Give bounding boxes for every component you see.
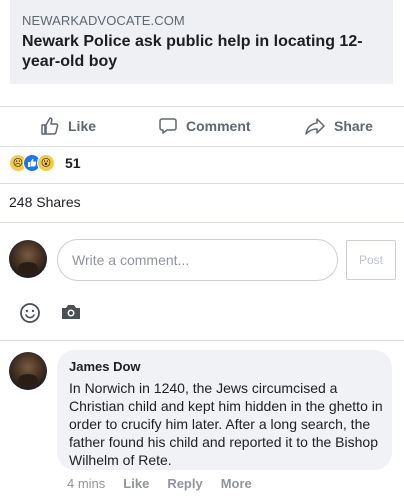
link-preview-card[interactable]: NEWARKADVOCATE.COM Newark Police ask pub… — [10, 0, 393, 84]
comment-more-link[interactable]: More — [221, 476, 252, 491]
comment-bubble[interactable]: James Dow In Norwich in 1240, the Jews c… — [57, 350, 392, 470]
divider-composer — [0, 340, 404, 341]
speech-bubble-icon — [158, 116, 178, 136]
emoji-icon[interactable] — [19, 302, 41, 329]
camera-icon[interactable] — [60, 303, 82, 326]
comment-input-placeholder: Write a comment... — [72, 252, 190, 268]
share-button[interactable]: Share — [304, 107, 373, 145]
like-label: Like — [68, 118, 97, 134]
comment-author[interactable]: James Dow — [69, 359, 380, 374]
avatar[interactable] — [9, 240, 47, 278]
comment-meta: 4 mins Like Reply More — [67, 476, 252, 491]
comment-like-link[interactable]: Like — [123, 476, 149, 491]
wow-icon: 😮 — [37, 154, 55, 172]
shares-count[interactable]: 248 Shares — [9, 194, 81, 210]
comment-time: 4 mins — [67, 476, 106, 491]
post-actions-bar: Like Comment Share — [0, 107, 404, 145]
link-domain: NEWARKADVOCATE.COM — [22, 13, 185, 28]
comment-label: Comment — [186, 118, 251, 134]
comment-text: In Norwich in 1240, the Jews circumcised… — [69, 380, 383, 468]
comment-button[interactable]: Comment — [158, 107, 251, 145]
comment-avatar[interactable] — [9, 352, 47, 390]
post-button[interactable]: Post — [346, 240, 396, 280]
share-label: Share — [334, 118, 373, 134]
divider-shares — [0, 222, 404, 223]
reactions-summary[interactable]: ☹ 😮 51 — [9, 153, 81, 173]
comment-reply-link[interactable]: Reply — [167, 476, 202, 491]
divider-actions — [0, 146, 404, 147]
like-button[interactable]: Like — [40, 107, 96, 145]
link-title[interactable]: Newark Police ask public help in locatin… — [22, 32, 381, 72]
thumbs-up-icon — [40, 116, 60, 136]
share-arrow-icon — [304, 116, 326, 136]
reaction-count: 51 — [65, 155, 81, 171]
comment-input[interactable]: Write a comment... — [57, 239, 338, 281]
divider-reactions — [0, 183, 404, 184]
